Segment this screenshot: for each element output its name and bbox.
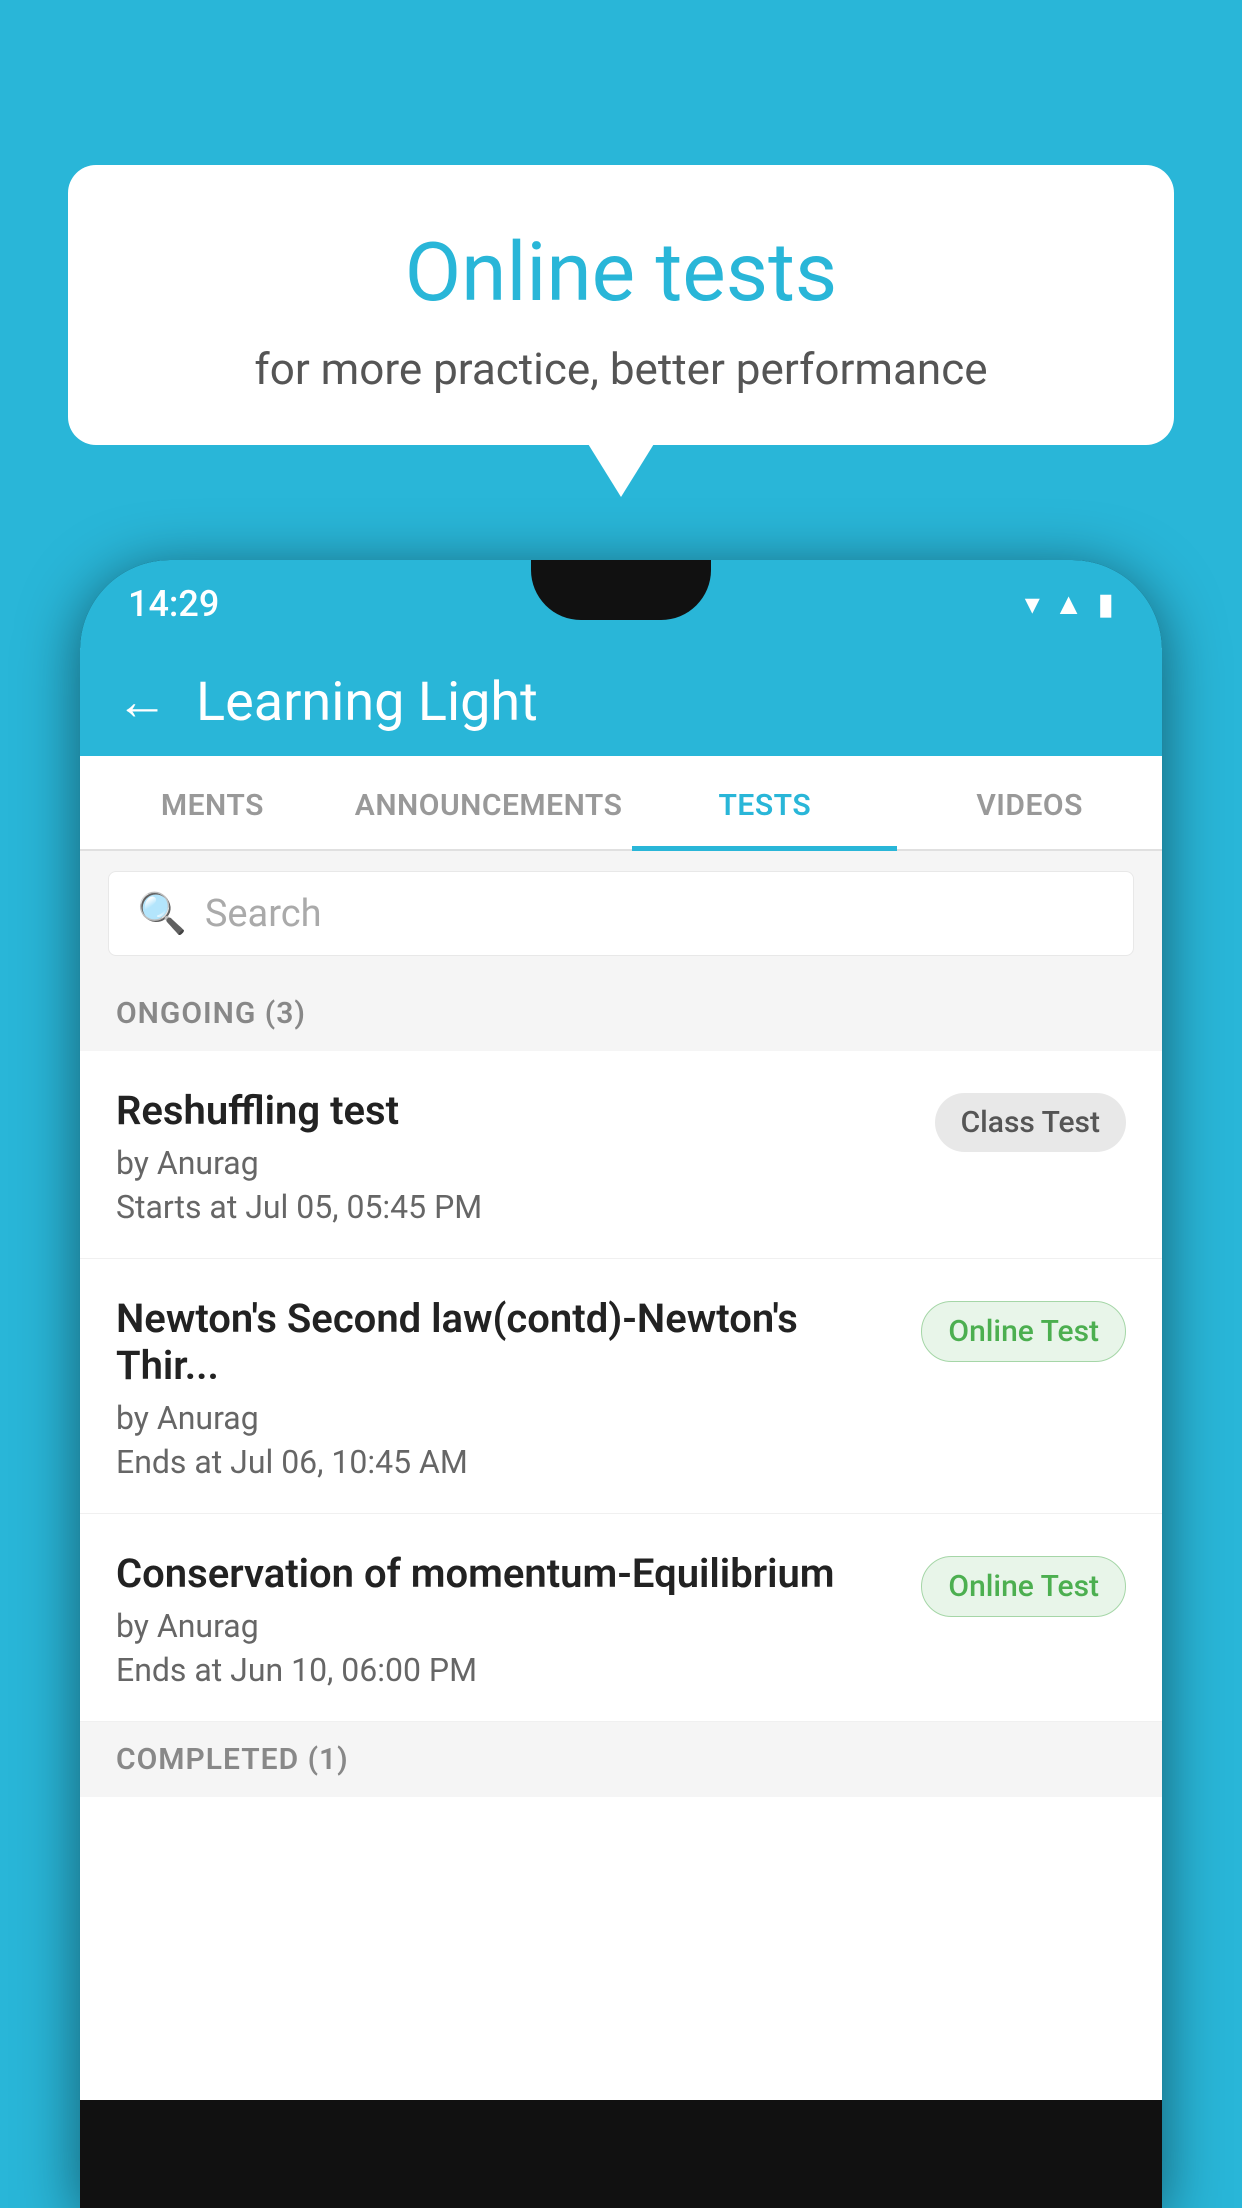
test-item[interactable]: Reshuffling test by Anurag Starts at Jul… — [80, 1051, 1162, 1259]
badge-online-test: Online Test — [921, 1301, 1126, 1362]
speech-bubble-subtitle: for more practice, better performance — [118, 343, 1124, 395]
phone-frame: 14:29 ▾ ▲ ▮ ← Learning Light MENTS ANNOU… — [80, 560, 1162, 2208]
test-item[interactable]: Conservation of momentum-Equilibrium by … — [80, 1514, 1162, 1722]
signal-icon: ▲ — [1054, 587, 1084, 622]
test-info: Reshuffling test by Anurag Starts at Jul… — [116, 1087, 935, 1226]
test-info: Conservation of momentum-Equilibrium by … — [116, 1550, 921, 1689]
test-name: Conservation of momentum-Equilibrium — [116, 1550, 901, 1597]
tab-videos[interactable]: VIDEOS — [897, 756, 1162, 849]
test-time: Ends at Jul 06, 10:45 AM — [116, 1443, 901, 1481]
badge-online-test: Online Test — [921, 1556, 1126, 1617]
test-by: by Anurag — [116, 1607, 901, 1645]
badge-class-test: Class Test — [935, 1093, 1126, 1152]
completed-section-header: COMPLETED (1) — [80, 1722, 1162, 1797]
search-container: 🔍 Search — [80, 851, 1162, 976]
tab-announcements[interactable]: ANNOUNCEMENTS — [345, 756, 633, 849]
test-by: by Anurag — [116, 1399, 901, 1437]
search-bar[interactable]: 🔍 Search — [108, 871, 1134, 956]
ongoing-section-header: ONGOING (3) — [80, 976, 1162, 1051]
battery-icon: ▮ — [1097, 587, 1114, 622]
test-item[interactable]: Newton's Second law(contd)-Newton's Thir… — [80, 1259, 1162, 1514]
status-bar: 14:29 ▾ ▲ ▮ — [80, 560, 1162, 648]
test-info: Newton's Second law(contd)-Newton's Thir… — [116, 1295, 921, 1481]
search-input[interactable]: Search — [205, 892, 322, 936]
test-name: Newton's Second law(contd)-Newton's Thir… — [116, 1295, 901, 1389]
wifi-icon: ▾ — [1025, 587, 1040, 622]
app-title: Learning Light — [196, 671, 538, 734]
test-by: by Anurag — [116, 1144, 915, 1182]
speech-bubble-title: Online tests — [118, 225, 1124, 321]
phone-time: 14:29 — [128, 583, 219, 625]
tabs-bar: MENTS ANNOUNCEMENTS TESTS VIDEOS — [80, 756, 1162, 851]
phone-notch — [531, 560, 711, 620]
test-name: Reshuffling test — [116, 1087, 915, 1134]
test-time: Ends at Jun 10, 06:00 PM — [116, 1651, 901, 1689]
status-icons: ▾ ▲ ▮ — [1025, 587, 1114, 622]
search-icon: 🔍 — [137, 890, 187, 937]
test-time: Starts at Jul 05, 05:45 PM — [116, 1188, 915, 1226]
completed-label: COMPLETED (1) — [116, 1742, 349, 1777]
tab-ments[interactable]: MENTS — [80, 756, 345, 849]
speech-bubble: Online tests for more practice, better p… — [68, 165, 1174, 445]
phone-content: ← Learning Light MENTS ANNOUNCEMENTS TES… — [80, 648, 1162, 2100]
back-button[interactable]: ← — [116, 676, 168, 728]
tab-tests[interactable]: TESTS — [632, 756, 897, 849]
ongoing-label: ONGOING (3) — [116, 996, 306, 1031]
app-header: ← Learning Light — [80, 648, 1162, 756]
